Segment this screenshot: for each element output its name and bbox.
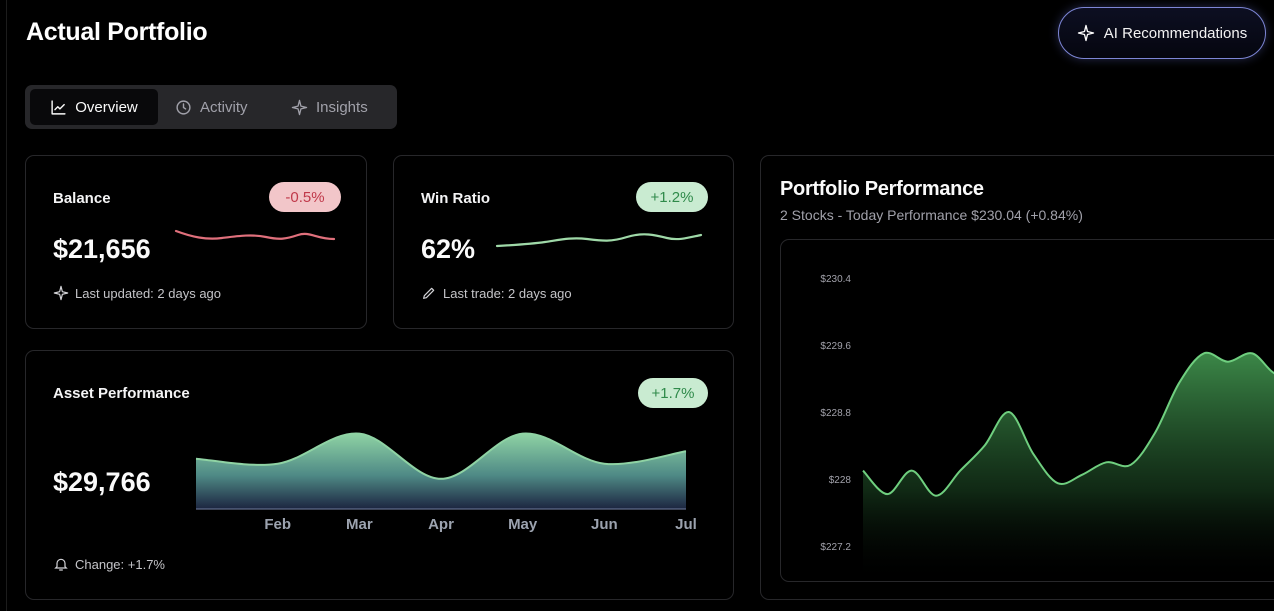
balance-change-badge: -0.5% <box>269 182 341 212</box>
portfolio-y-tick-label: $229.6 <box>820 341 851 352</box>
clock-icon <box>176 99 191 115</box>
page-title: Actual Portfolio <box>26 18 208 46</box>
balance-footer: Last updated: 2 days ago <box>53 285 221 301</box>
portfolio-y-tick-label: $228.8 <box>820 408 851 419</box>
asset-area-chart: Feb Mar Apr May Jun Jul <box>195 432 697 533</box>
balance-footer-text: Last updated: 2 days ago <box>75 285 222 301</box>
asset-footer: Change: +1.7% <box>53 556 165 572</box>
balance-card: Balance -0.5% $21,656 Last updated: 2 da… <box>25 155 367 329</box>
asset-x-tick-label: Jul <box>675 516 697 533</box>
sparkle-icon <box>1077 24 1094 42</box>
portfolio-y-tick-label: $230.4 <box>820 274 851 285</box>
portfolio-y-tick-label: $227.2 <box>820 542 851 553</box>
win-ratio-card: Win Ratio +1.2% 62% Last trade: 2 days a… <box>393 155 734 329</box>
portfolio-performance-title: Portfolio Performance <box>780 178 984 200</box>
tab-insights-label: Insights <box>316 98 368 116</box>
asset-x-tick-label: Jun <box>591 516 618 533</box>
asset-footer-text: Change: +1.7% <box>75 556 165 572</box>
balance-sparkline <box>174 229 336 241</box>
portfolio-area-fill <box>863 352 1274 581</box>
win-ratio-value: 62% <box>421 234 476 264</box>
ai-recommendations-label: AI Recommendations <box>1103 24 1248 42</box>
win-ratio-footer: Last trade: 2 days ago <box>421 285 572 301</box>
win-ratio-sparkline <box>495 233 703 248</box>
tab-activity-label: Activity <box>200 98 248 116</box>
portfolio-chart-panel: $230.4 $229.6 $228.8 $228 $227.2 <box>780 239 1274 582</box>
asset-x-tick-label: Mar <box>346 516 373 533</box>
portfolio-y-tick-label: $228 <box>829 475 852 486</box>
balance-value: $21,656 <box>53 234 151 264</box>
portfolio-performance-subtitle: 2 Stocks - Today Performance $230.04 (+0… <box>780 207 1083 223</box>
asset-x-tick-label: May <box>508 516 538 533</box>
bell-icon <box>54 558 68 571</box>
ai-recommendations-button[interactable]: AI Recommendations <box>1058 7 1266 59</box>
asset-x-tick-label: Apr <box>428 516 454 533</box>
tab-insights[interactable]: Insights <box>291 89 391 125</box>
asset-value: $29,766 <box>53 467 151 497</box>
portfolio-performance-card: Portfolio Performance 2 Stocks - Today P… <box>760 155 1274 600</box>
tab-bar: Overview Activity Insights <box>25 85 397 129</box>
win-ratio-title: Win Ratio <box>421 190 491 207</box>
portfolio-line-chart: $230.4 $229.6 $228.8 $228 $227.2 <box>820 274 1274 581</box>
line-chart-icon <box>51 99 66 115</box>
tab-activity[interactable]: Activity <box>175 89 275 125</box>
win-ratio-footer-text: Last trade: 2 days ago <box>443 285 572 301</box>
balance-title: Balance <box>53 190 111 207</box>
asset-change-badge: +1.7% <box>638 378 708 408</box>
tab-overview-label: Overview <box>75 98 138 116</box>
pencil-icon <box>423 287 435 299</box>
win-ratio-change-badge: +1.2% <box>636 182 708 212</box>
asset-x-tick-label: Feb <box>264 516 291 533</box>
sparkle-icon <box>291 99 308 115</box>
asset-performance-card: Asset Performance +1.7% $29,766 Feb Mar Ap… <box>25 350 734 600</box>
sparkle-icon <box>53 285 69 301</box>
asset-performance-title: Asset Performance <box>53 385 190 402</box>
asset-area-fill <box>196 433 686 509</box>
tab-overview[interactable]: Overview <box>30 89 158 125</box>
